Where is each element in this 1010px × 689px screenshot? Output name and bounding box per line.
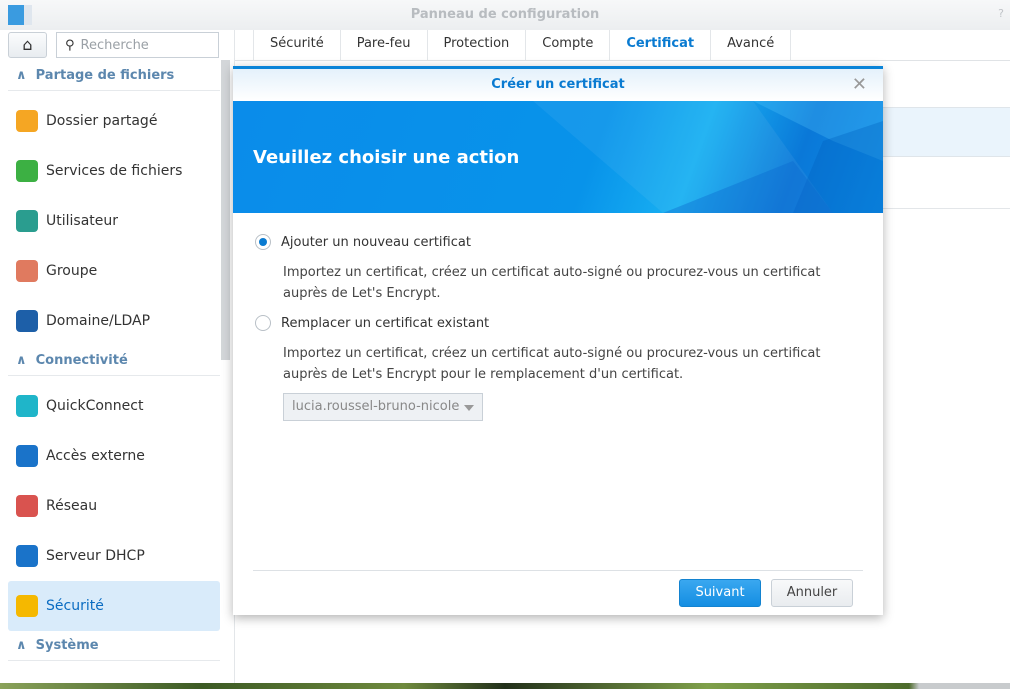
sidebar-item-label: Serveur DHCP xyxy=(46,548,145,564)
desktop-wallpaper xyxy=(0,683,1010,689)
cancel-button[interactable]: Annuler xyxy=(771,579,853,607)
option-replace-existing[interactable]: Remplacer un certificat existant xyxy=(255,315,489,331)
chevron-up-icon: ∧ xyxy=(16,638,27,653)
chevron-down-icon xyxy=(464,405,474,411)
sidebar-item-label: Groupe xyxy=(46,263,98,279)
list-divider xyxy=(883,208,1010,209)
help-button[interactable]: ? xyxy=(998,7,1004,20)
sidebar-item-label: Utilisateur xyxy=(46,213,119,229)
sidebar-section-header[interactable]: ∧ Connectivité xyxy=(8,346,220,376)
sidebar: ⌂ ⚲ ∧ Partage de fichiers Dossier partagé… xyxy=(0,30,235,683)
section-label: Système xyxy=(35,638,99,653)
option-label: Ajouter un nouveau certificat xyxy=(281,234,471,250)
sidebar-item[interactable]: Sécurité xyxy=(8,581,220,631)
tab-bar: Sécurité Pare-feu Protection Compte Cert… xyxy=(253,30,792,60)
option-label: Remplacer un certificat existant xyxy=(281,315,490,331)
section-label: Partage de fichiers xyxy=(35,68,175,83)
dialog-heading: Veuillez choisir une action xyxy=(253,147,520,168)
sidebar-item-label: Dossier partagé xyxy=(46,113,158,129)
sidebar-item-label: Domaine/LDAP xyxy=(46,313,151,329)
sidebar-item[interactable]: Serveur DHCP xyxy=(8,531,220,581)
dialog-title-bar: Créer un certificat ✕ xyxy=(233,69,883,101)
sidebar-item-label: Accès externe xyxy=(46,448,145,464)
sidebar-item[interactable]: Domaine/LDAP xyxy=(8,296,220,346)
tab-protection[interactable]: Protection xyxy=(426,30,526,60)
tab-avance[interactable]: Avancé xyxy=(710,30,792,60)
close-icon[interactable]: ✕ xyxy=(852,69,867,101)
sidebar-item[interactable]: Accès externe xyxy=(8,431,220,481)
tab-pare-feu[interactable]: Pare-feu xyxy=(339,30,427,60)
home-button[interactable]: ⌂ xyxy=(8,32,47,58)
radio-replace-existing[interactable] xyxy=(255,315,271,331)
window-title: Panneau de configuration xyxy=(410,7,600,22)
sidebar-item[interactable]: Groupe xyxy=(8,246,220,296)
create-certificate-dialog: Créer un certificat ✕ Veuillez choisir u… xyxy=(233,66,883,615)
option-description: Importez un certificat, créez un certifi… xyxy=(283,265,821,301)
dialog-title: Créer un certificat xyxy=(491,77,625,92)
sidebar-section-header[interactable]: ∧ Système xyxy=(8,631,220,661)
quickconnect-icon xyxy=(16,395,38,417)
group-icon xyxy=(16,260,38,282)
sidebar-item[interactable]: Dossier partagé xyxy=(8,96,220,146)
tab-divider xyxy=(235,60,1010,61)
home-icon: ⌂ xyxy=(22,35,33,54)
globe-icon xyxy=(16,445,38,467)
footer-divider xyxy=(253,570,863,571)
sidebar-item[interactable]: Utilisateur xyxy=(8,196,220,246)
user-icon xyxy=(16,210,38,232)
option-add-new[interactable]: Ajouter un nouveau certificat xyxy=(255,234,471,250)
tab-certificat[interactable]: Certificat xyxy=(609,30,710,60)
sidebar-scrollbar[interactable] xyxy=(221,60,230,360)
chevron-up-icon: ∧ xyxy=(16,353,27,368)
dhcp-icon xyxy=(16,545,38,567)
certificate-list-row[interactable] xyxy=(883,107,1010,157)
sidebar-item-label: Sécurité xyxy=(46,598,104,614)
certificate-select-value: lucia.roussel-bruno-nicole xyxy=(292,399,460,414)
section-label: Connectivité xyxy=(35,353,128,368)
chevron-up-icon: ∧ xyxy=(16,68,27,83)
next-button[interactable]: Suivant xyxy=(679,579,761,607)
sidebar-item[interactable]: QuickConnect xyxy=(8,381,220,431)
radio-add-new[interactable] xyxy=(255,234,271,250)
sidebar-item-label: Réseau xyxy=(46,498,98,514)
network-home-icon xyxy=(16,495,38,517)
certificate-select[interactable]: lucia.roussel-bruno-nicole xyxy=(283,393,483,421)
dialog-banner: Veuillez choisir une action xyxy=(233,101,883,213)
sidebar-section-header[interactable]: ∧ Partage de fichiers xyxy=(8,61,220,91)
sidebar-item[interactable]: Réseau xyxy=(8,481,220,531)
tab-securite[interactable]: Sécurité xyxy=(253,30,340,60)
title-bar: Panneau de configuration ? xyxy=(0,0,1010,30)
shield-icon xyxy=(16,595,38,617)
file-services-icon xyxy=(16,160,38,182)
search-icon: ⚲ xyxy=(65,37,75,53)
sidebar-item-label: Services de fichiers xyxy=(46,163,183,179)
option-description: Importez un certificat, créez un certifi… xyxy=(283,346,821,382)
search-input[interactable] xyxy=(80,37,201,53)
sidebar-item-label: QuickConnect xyxy=(46,398,144,414)
search-box[interactable]: ⚲ xyxy=(56,32,219,58)
tab-compte[interactable]: Compte xyxy=(525,30,609,60)
domain-icon xyxy=(16,310,38,332)
sidebar-item[interactable]: Services de fichiers xyxy=(8,146,220,196)
shared-folder-icon xyxy=(16,110,38,132)
